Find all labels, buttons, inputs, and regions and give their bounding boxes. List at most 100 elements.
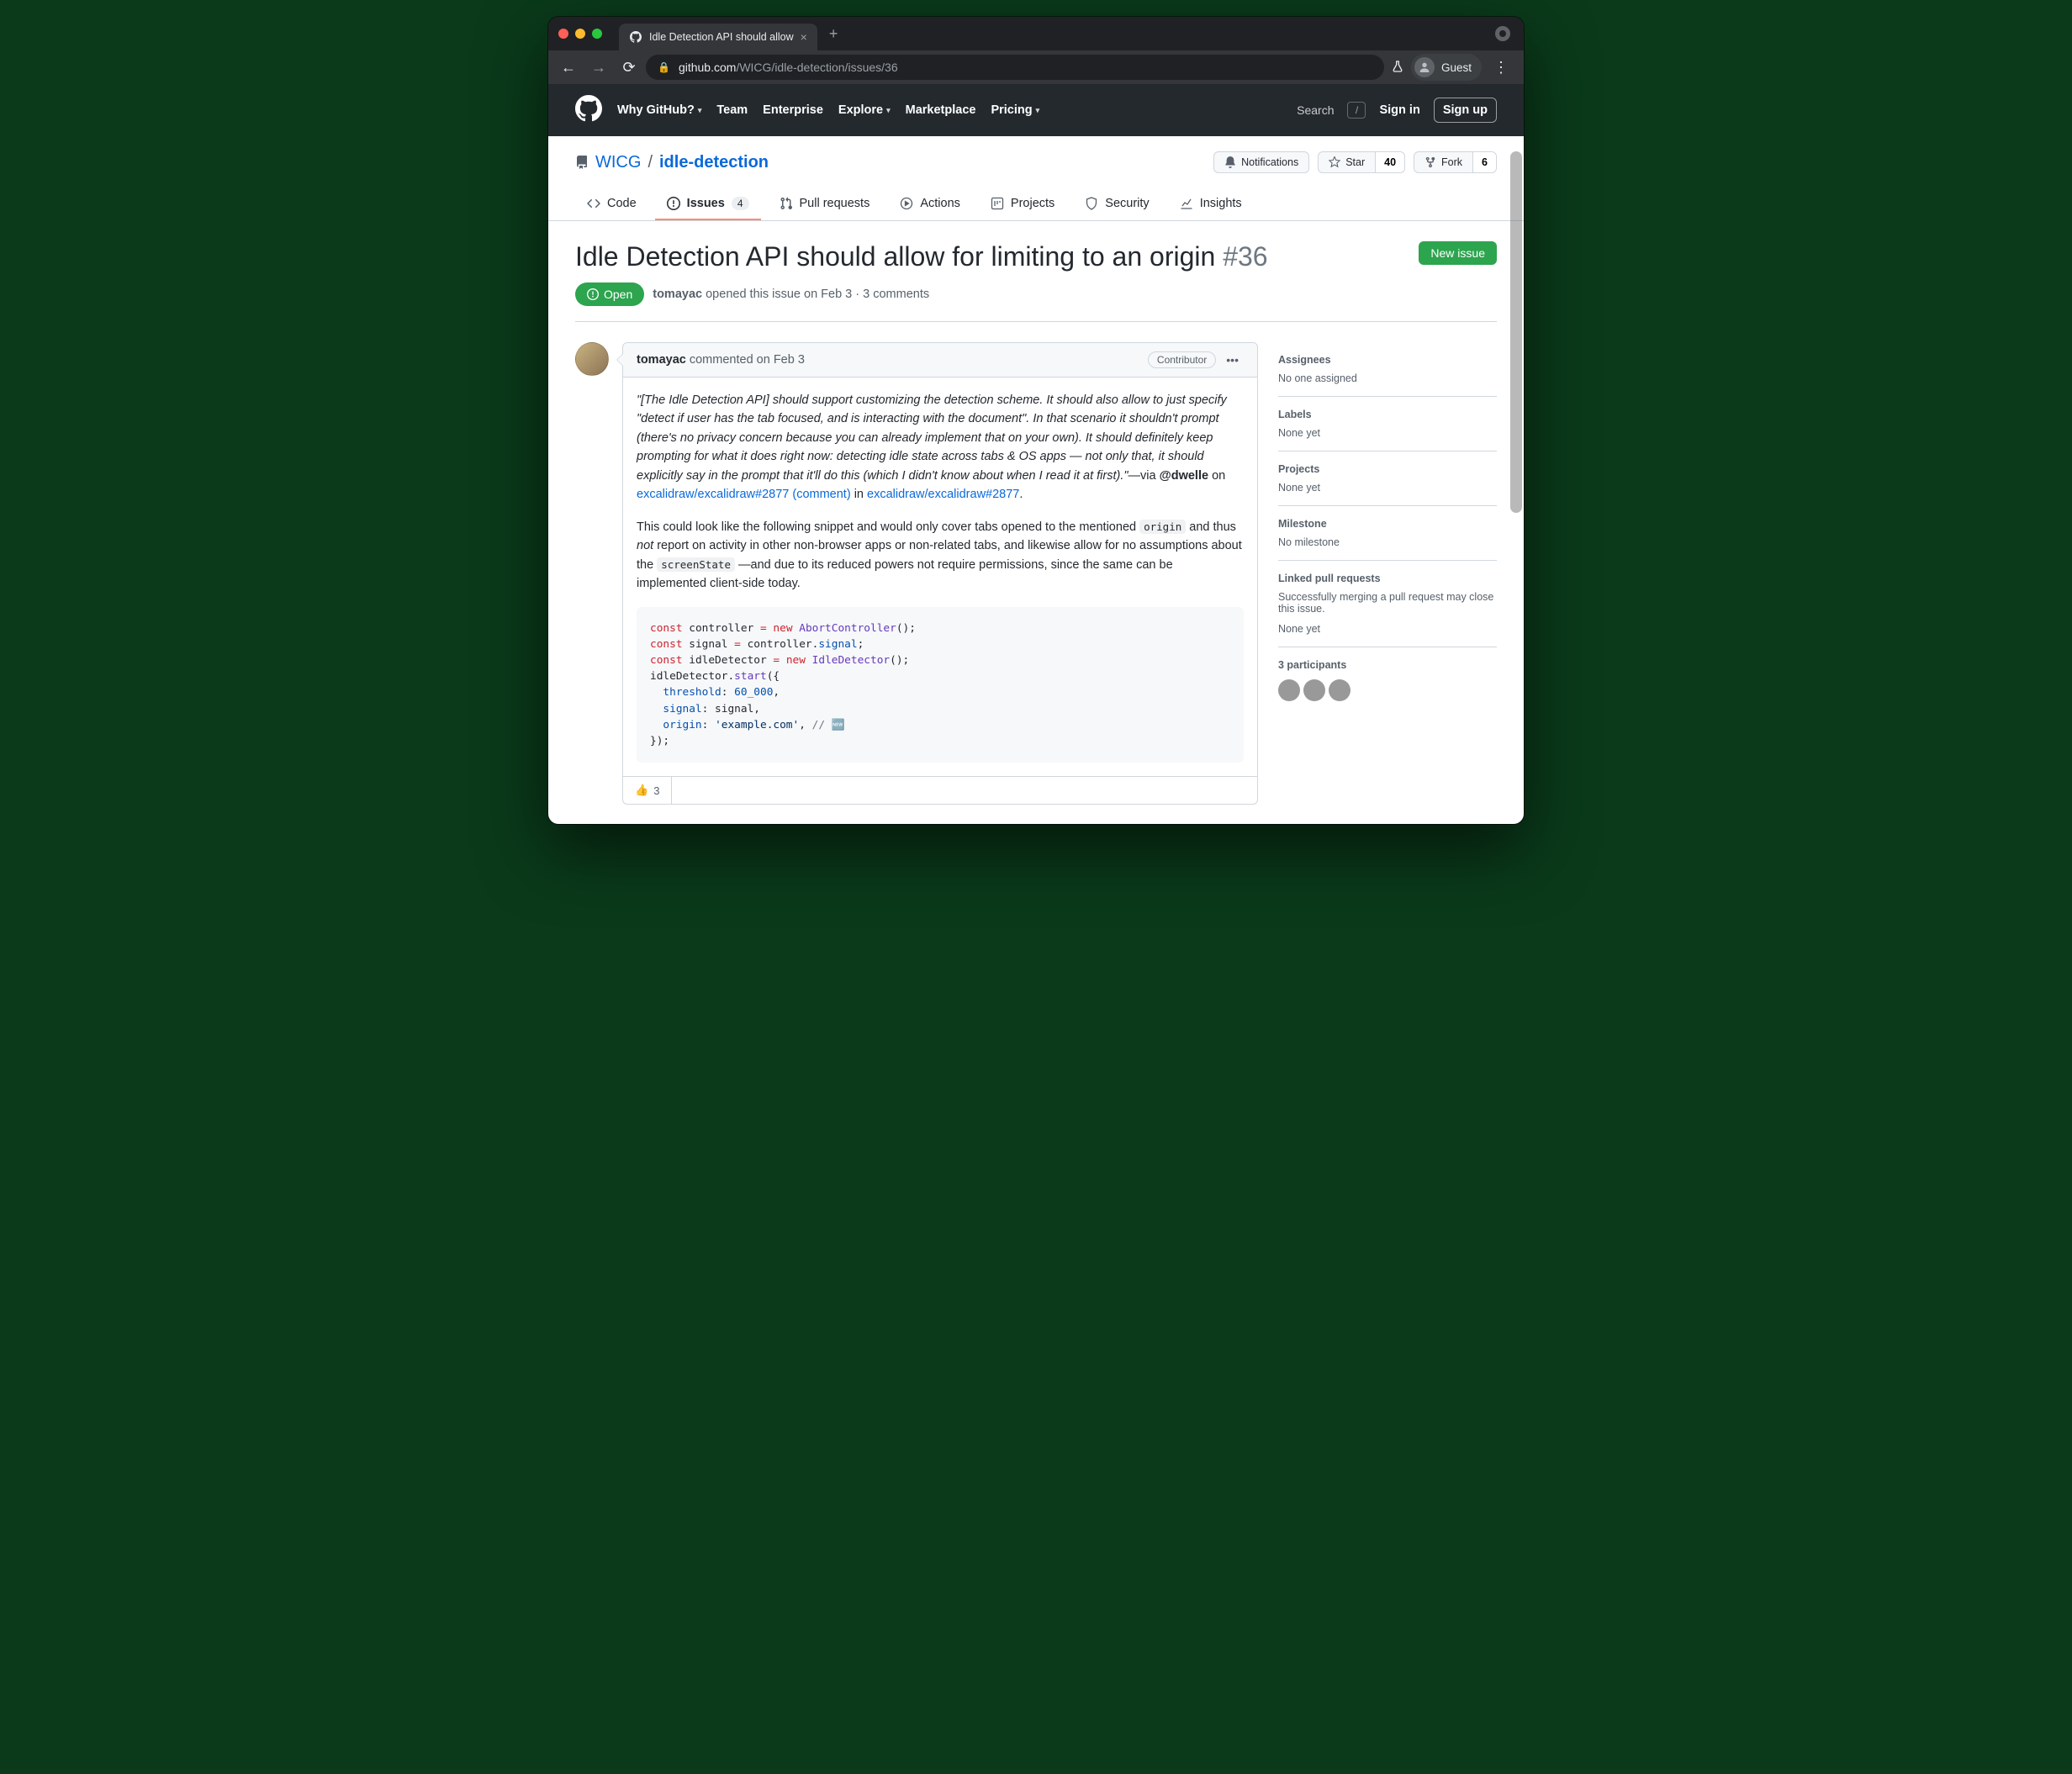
browser-menu-button[interactable]: ⋮: [1488, 59, 1514, 77]
issue-number: #36: [1223, 241, 1267, 272]
participant-avatar[interactable]: [1303, 679, 1325, 701]
new-tab-button[interactable]: +: [817, 25, 850, 43]
address-bar[interactable]: 🔒 github.com/WICG/idle-detection/issues/…: [646, 55, 1384, 80]
issue-sidebar: Assignees No one assigned Labels None ye…: [1278, 342, 1497, 805]
tab-projects[interactable]: Projects: [979, 188, 1066, 220]
tab-code[interactable]: Code: [575, 188, 648, 220]
window-controls: [558, 17, 619, 50]
toolbar: ← → ⟳ 🔒 github.com/WICG/idle-detection/i…: [548, 50, 1524, 84]
issue-icon: [667, 197, 680, 210]
sidebar-projects: Projects None yet: [1278, 451, 1497, 506]
star-icon: [1329, 156, 1340, 168]
lock-icon: 🔒: [658, 61, 670, 73]
star-button-group: Star 40: [1318, 151, 1405, 173]
new-issue-button[interactable]: New issue: [1419, 241, 1497, 265]
breadcrumb: WICG / idle-detection: [575, 153, 769, 172]
play-icon: [900, 197, 913, 210]
notifications-button[interactable]: Notifications: [1213, 151, 1309, 173]
github-favicon-icon: [629, 30, 642, 44]
fork-icon: [1424, 156, 1436, 168]
browser-tab[interactable]: Idle Detection API should allow ×: [619, 24, 817, 50]
mention-handle[interactable]: @dwelle: [1160, 469, 1208, 483]
comment-header: tomayac commented on Feb 3 Contributor •…: [623, 343, 1257, 378]
link-issue-ref[interactable]: excalidraw/excalidraw#2877: [867, 488, 1019, 501]
code-block: const controller = new AbortController()…: [637, 607, 1244, 763]
tab-issues[interactable]: Issues4: [655, 188, 761, 220]
comment-author[interactable]: tomayac: [637, 353, 686, 367]
shield-icon: [1085, 197, 1098, 210]
nav-pricing[interactable]: Pricing▾: [991, 103, 1039, 117]
fork-button[interactable]: Fork: [1414, 151, 1473, 173]
issues-count-badge: 4: [732, 197, 749, 210]
minimize-window-button[interactable]: [575, 29, 585, 39]
star-button[interactable]: Star: [1318, 151, 1376, 173]
fork-count[interactable]: 6: [1473, 151, 1497, 173]
sidebar-participants: 3 participants: [1278, 647, 1497, 713]
nav-explore[interactable]: Explore▾: [838, 103, 891, 117]
repo-icon: [575, 156, 589, 169]
tab-insights[interactable]: Insights: [1168, 188, 1254, 220]
reactions-bar: 👍 3: [623, 776, 1257, 804]
chevron-down-icon: ▾: [886, 106, 891, 115]
scrollbar-thumb[interactable]: [1510, 151, 1522, 513]
tab-actions[interactable]: Actions: [888, 188, 972, 220]
owner-link[interactable]: WICG: [595, 153, 641, 172]
guest-avatar-icon: [1414, 57, 1435, 77]
thumbs-up-reaction[interactable]: 👍 3: [623, 777, 672, 804]
github-logo-icon[interactable]: [575, 95, 602, 125]
contributor-badge: Contributor: [1148, 351, 1216, 368]
graph-icon: [1180, 197, 1193, 210]
participant-avatar[interactable]: [1278, 679, 1300, 701]
pull-request-icon: [780, 197, 793, 210]
bell-icon: [1224, 156, 1236, 168]
search-link[interactable]: Search: [1297, 103, 1334, 117]
comment-body: "[The Idle Detection API] should support…: [623, 378, 1257, 776]
issue-meta: Open tomayac opened this issue on Feb 3 …: [575, 272, 1497, 322]
nav-team[interactable]: Team: [716, 103, 748, 117]
participant-avatar[interactable]: [1329, 679, 1350, 701]
chevron-down-icon: ▾: [1036, 106, 1040, 115]
comment: tomayac commented on Feb 3 Contributor •…: [575, 342, 1258, 805]
maximize-window-button[interactable]: [592, 29, 602, 39]
inline-code-screenstate: screenState: [657, 557, 735, 572]
sidebar-labels: Labels None yet: [1278, 397, 1497, 451]
repo-link[interactable]: idle-detection: [659, 153, 769, 172]
titlebar: Idle Detection API should allow × +: [548, 17, 1524, 50]
nav-enterprise[interactable]: Enterprise: [763, 103, 823, 117]
avatar[interactable]: [575, 342, 609, 376]
nav-why-github[interactable]: Why GitHub?▾: [617, 103, 701, 117]
site-header: Why GitHub?▾ Team Enterprise Explore▾ Ma…: [548, 84, 1524, 136]
link-comment-ref[interactable]: excalidraw/excalidraw#2877 (comment): [637, 488, 851, 501]
close-tab-icon[interactable]: ×: [801, 31, 807, 43]
issue-author[interactable]: tomayac: [653, 288, 702, 301]
sidebar-linked-prs: Linked pull requests Successfully mergin…: [1278, 561, 1497, 647]
back-button[interactable]: ←: [555, 54, 582, 81]
extension-shield-icon[interactable]: [1495, 26, 1510, 41]
code-icon: [587, 197, 600, 210]
reload-button[interactable]: ⟳: [616, 54, 642, 81]
issue-state-badge: Open: [575, 282, 644, 306]
star-count[interactable]: 40: [1376, 151, 1405, 173]
sign-up-button[interactable]: Sign up: [1434, 98, 1497, 123]
chevron-down-icon: ▾: [698, 106, 702, 115]
issue-open-icon: [587, 288, 599, 300]
tab-title: Idle Detection API should allow: [649, 31, 794, 43]
repo-tabs: Code Issues4 Pull requests Actions Proje…: [575, 188, 1497, 220]
browser-window: Idle Detection API should allow × + ← → …: [548, 17, 1524, 824]
slash-key-hint[interactable]: /: [1347, 102, 1366, 119]
comment-menu-button[interactable]: •••: [1216, 353, 1244, 367]
page-viewport: Why GitHub?▾ Team Enterprise Explore▾ Ma…: [548, 84, 1524, 824]
sign-in-link[interactable]: Sign in: [1379, 103, 1419, 117]
close-window-button[interactable]: [558, 29, 568, 39]
tab-pull-requests[interactable]: Pull requests: [768, 188, 882, 220]
repo-header: WICG / idle-detection Notifications Star: [548, 136, 1524, 221]
sidebar-milestone: Milestone No milestone: [1278, 506, 1497, 561]
fork-button-group: Fork 6: [1414, 151, 1497, 173]
forward-button[interactable]: →: [585, 54, 612, 81]
tab-security[interactable]: Security: [1073, 188, 1160, 220]
project-icon: [991, 197, 1004, 210]
inline-code-origin: origin: [1139, 520, 1186, 534]
labs-icon[interactable]: [1391, 60, 1404, 76]
nav-marketplace[interactable]: Marketplace: [906, 103, 976, 117]
profile-chip[interactable]: Guest: [1411, 54, 1482, 81]
